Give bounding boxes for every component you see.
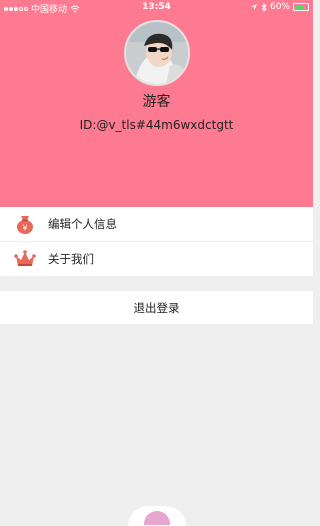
bottom-tab-button[interactable]: [128, 506, 186, 526]
status-right: 60%: [250, 2, 309, 12]
location-icon: [250, 4, 257, 10]
svg-text:¥: ¥: [22, 224, 27, 233]
menu-item-edit-profile[interactable]: ¥ 编辑个人信息: [0, 207, 313, 242]
menu-item-label: 关于我们: [48, 252, 94, 266]
user-id: ID:@v_tls#44m6wxdctgtt: [79, 118, 234, 132]
crown-icon: [14, 250, 36, 266]
status-bar: 中国移动 13:54 60%: [0, 0, 313, 15]
battery-icon: [293, 3, 309, 11]
settings-menu: ¥ 编辑个人信息 关于我们: [0, 207, 313, 277]
menu-item-about-us[interactable]: 关于我们: [0, 242, 313, 277]
avatar-image: [126, 22, 188, 84]
profile-header: 中国移动 13:54 60% 游客 ID:@v_tls#44m6wxdctgtt: [0, 0, 313, 207]
money-bag-icon: ¥: [17, 216, 33, 234]
logout-button[interactable]: 退出登录: [0, 291, 313, 324]
menu-item-label: 编辑个人信息: [48, 217, 117, 231]
username: 游客: [142, 94, 171, 110]
avatar[interactable]: [124, 20, 190, 86]
tab-button-icon: [144, 511, 170, 525]
battery-percent: 60%: [269, 2, 290, 12]
bluetooth-icon: [261, 2, 267, 12]
